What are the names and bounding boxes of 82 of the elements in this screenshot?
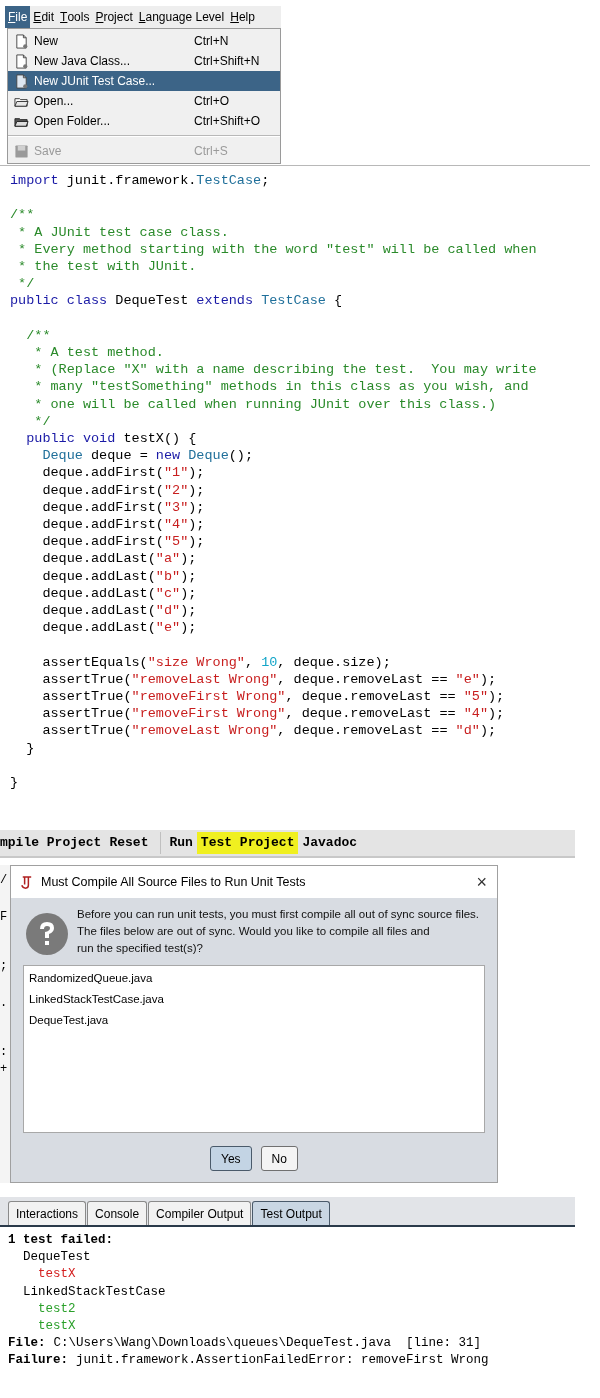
close-button[interactable]: ×	[474, 873, 489, 891]
code-line: assertTrue("removeLast Wrong", deque.removeLast == "e");	[41, 670, 498, 689]
toolbar-button[interactable]: Reset	[105, 832, 153, 854]
test-name: testX	[37, 1266, 77, 1284]
code-line: deque.addLast("e");	[41, 619, 198, 637]
test-name: test2	[37, 1300, 77, 1318]
code-line: public void testX() {	[25, 430, 198, 448]
code-fragment: ;	[0, 959, 9, 974]
menu-item[interactable]: New JUnit Test Case...	[8, 71, 280, 91]
code-line: import junit.framework.TestCase;	[10, 172, 271, 190]
code-line: public class DequeTest extends TestCase {	[10, 292, 344, 310]
detail-value: junit.framework.AssertionFailedError: removeFirst Wrong	[76, 1352, 489, 1370]
tab[interactable]: Test Output	[252, 1201, 330, 1225]
menu-item[interactable]: Language Level	[135, 6, 228, 28]
code-line: deque.addFirst("2");	[41, 481, 206, 499]
code-line: /**	[25, 326, 52, 344]
toolbar-button[interactable]: Run	[165, 832, 197, 854]
test-class: LinkedStackTestCase	[22, 1283, 167, 1301]
tab[interactable]: Interactions	[8, 1201, 87, 1225]
code-line: deque.addFirst("4");	[41, 516, 206, 534]
page-icon	[14, 73, 29, 89]
menu-item[interactable]: Tools	[57, 6, 93, 28]
question-icon	[25, 912, 69, 956]
code-fragment: F	[0, 910, 9, 925]
code-line: deque.addFirst("1");	[41, 464, 206, 482]
file-list-item[interactable]: DequeTest.java	[24, 1010, 484, 1031]
code-fragment: /	[0, 873, 9, 888]
code-line: deque.addLast("c");	[41, 584, 198, 603]
code-line: * A test method.	[33, 344, 165, 362]
code-fragment: .	[0, 996, 9, 1011]
summary-text: 1 test failed:	[8, 1232, 115, 1249]
dialog-button[interactable]: Yes	[210, 1146, 252, 1171]
floppy-icon	[14, 143, 29, 159]
window-title: Must Compile All Source Files to Run Unit Tests	[41, 873, 307, 891]
code-line: * (Replace "X" with a name describing the test. You may write	[33, 361, 538, 379]
detail-label: Failure:	[8, 1352, 68, 1370]
code-line: Deque deque = new Deque();	[41, 447, 255, 465]
menu-item[interactable]: New Java Class... Ctrl+Shift+N	[8, 51, 280, 71]
code-line: deque.addLast("b");	[41, 567, 198, 585]
app-icon	[19, 874, 34, 890]
tab[interactable]: Compiler Output	[148, 1201, 252, 1225]
code-line: assertTrue("removeFirst Wrong", deque.removeLast == "4");	[41, 705, 506, 723]
menu-item[interactable]: Open Folder... Ctrl+Shift+O	[8, 111, 280, 131]
detail-value: C:\Users\Wang\Downloads\queues\DequeTest.java [line: 31]	[53, 1335, 482, 1353]
file-list-item[interactable]: LinkedStackTestCase.java	[24, 989, 484, 1010]
file-list-item[interactable]: RandomizedQueue.java	[24, 968, 484, 989]
test-class: DequeTest	[22, 1249, 92, 1267]
toolbar-button[interactable]: Javadoc	[298, 832, 362, 854]
toolbar-button[interactable]: Test Project	[196, 832, 299, 854]
menu-item[interactable]: Open... Ctrl+O	[8, 91, 280, 111]
menu-item[interactable]: Edit	[30, 6, 58, 28]
code-line: * the test with JUnit.	[17, 258, 198, 276]
toolbar-button[interactable]: mpile Project	[0, 832, 106, 854]
code-line: deque.addFirst("5");	[41, 533, 206, 551]
menu-item[interactable]: File	[5, 6, 31, 28]
detail-label: File:	[8, 1335, 46, 1353]
menu-item[interactable]: New Ctrl+N	[8, 31, 280, 51]
code-fragment: :	[0, 1045, 9, 1060]
code-line: * Every method starting with the word "test" will be called when	[17, 240, 538, 258]
code-line: /**	[10, 206, 36, 224]
code-line: */	[17, 275, 36, 293]
page-icon	[14, 33, 29, 49]
code-line: }	[10, 774, 20, 792]
menu-item[interactable]: Project	[92, 6, 136, 28]
page-icon	[14, 53, 29, 69]
code-line: deque.addFirst("3");	[41, 498, 206, 517]
code-line: assertTrue("removeLast Wrong", deque.removeLast == "d");	[41, 722, 498, 740]
code-line: deque.addLast("a");	[41, 550, 198, 568]
code-line: */	[33, 412, 52, 430]
code-line: }	[25, 739, 36, 757]
dialog-button[interactable]: No	[260, 1146, 298, 1171]
code-line: assertEquals("size Wrong", 10, deque.size);	[41, 653, 392, 671]
menu-item[interactable]: Help	[227, 6, 258, 28]
tab[interactable]: Console	[87, 1201, 148, 1225]
code-line: * A JUnit test case class.	[17, 223, 230, 241]
code-line: * one will be called when running JUnit over this class.)	[33, 395, 498, 413]
code-fragment: +	[0, 1062, 9, 1077]
code-line: * many "testSomething" methods in this class as you wish, and	[33, 378, 530, 396]
code-line: assertTrue("removeFirst Wrong", deque.removeLast == "5");	[41, 688, 506, 706]
dialog-message: Before you can run unit tests, you must first compile all out of sync source files. The files below are out of sync. Would you like to compile all files and run the specified test(s)?	[77, 907, 480, 956]
code-line: deque.addLast("d");	[41, 602, 198, 620]
test-name: testX	[37, 1318, 77, 1335]
